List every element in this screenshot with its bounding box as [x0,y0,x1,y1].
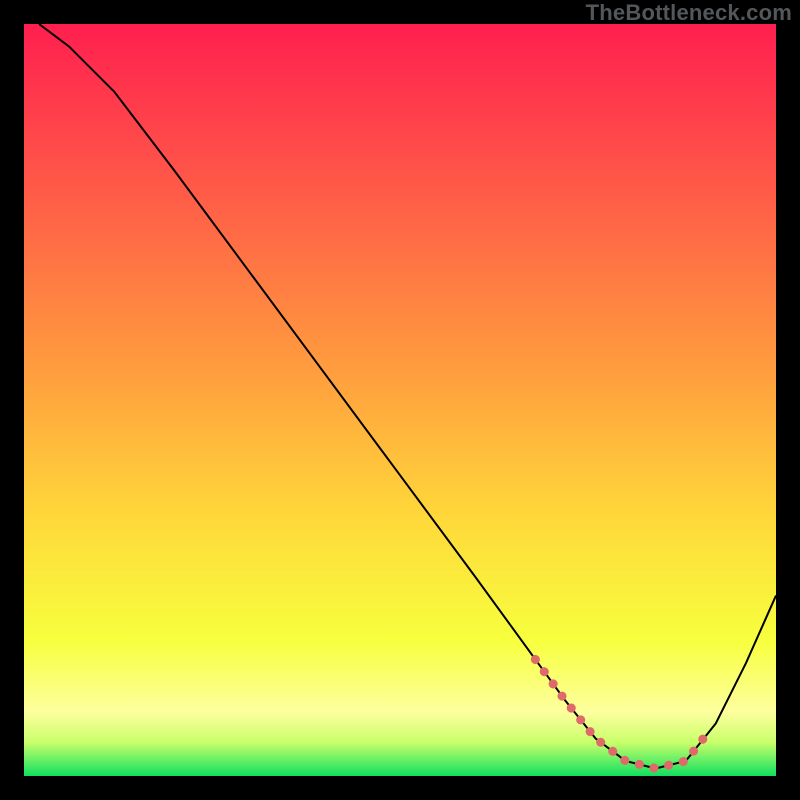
bottleneck-chart [24,24,776,776]
chart-frame [24,24,776,776]
watermark-text: TheBottleneck.com [586,0,792,26]
gradient-background [24,24,776,776]
